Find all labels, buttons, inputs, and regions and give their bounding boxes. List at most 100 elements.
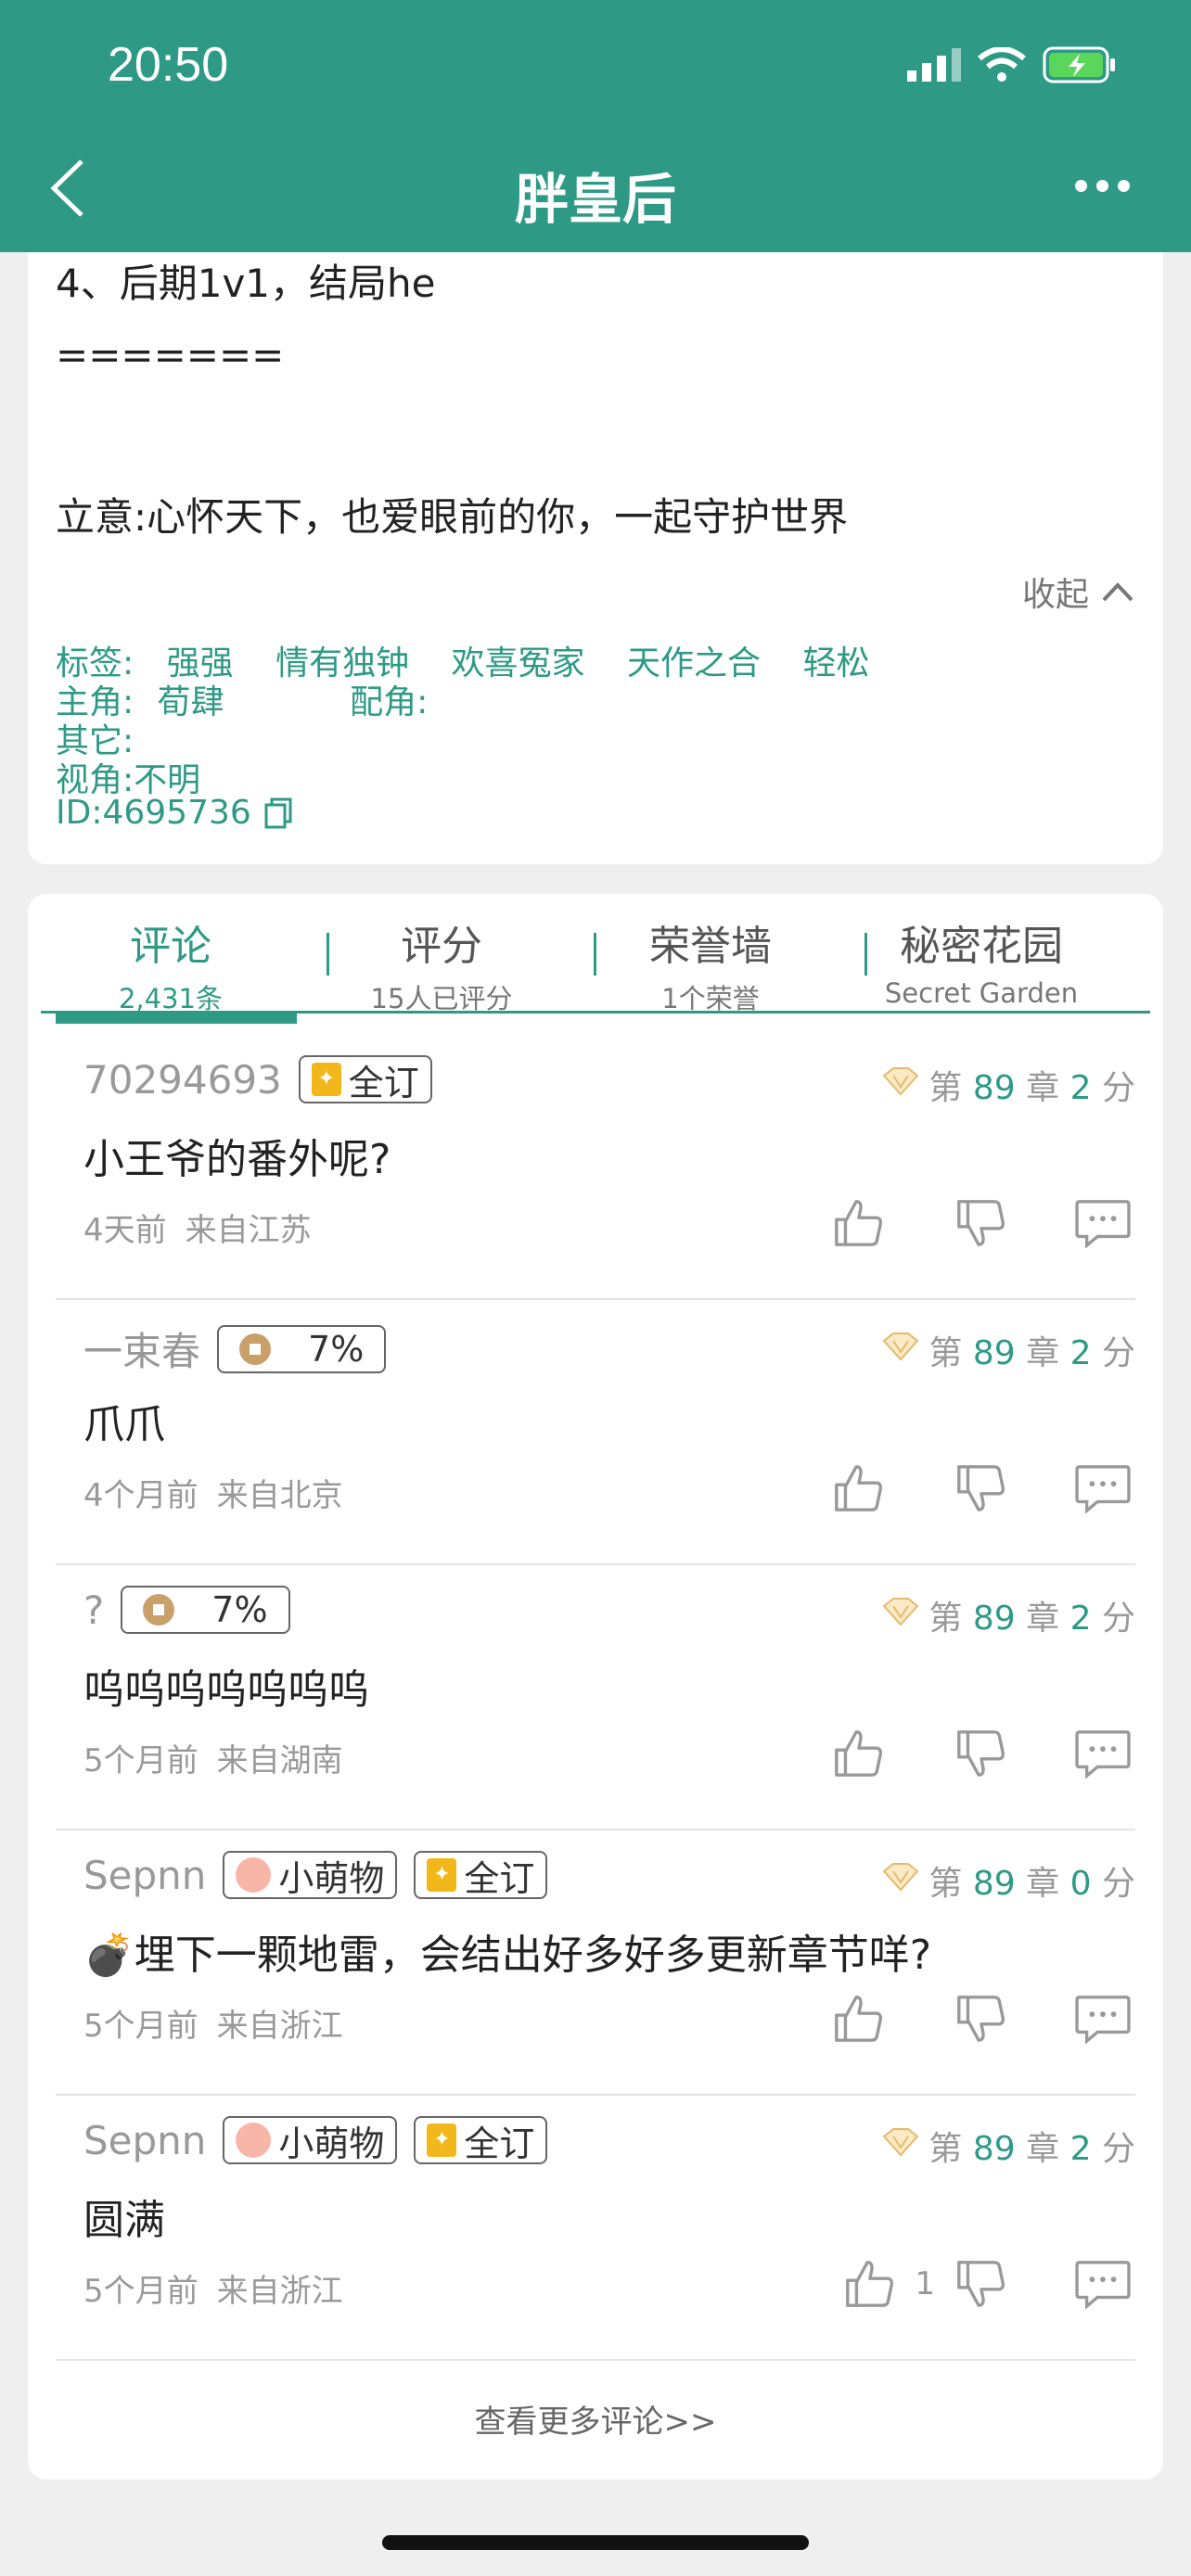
username[interactable]: ? <box>83 1588 104 1633</box>
score-suffix: 分 <box>1101 2130 1135 2168</box>
comment-user: Sepnn 小萌物 ✦ 全订 <box>83 2116 548 2164</box>
tab-ratings[interactable]: 评分 15人已评分 <box>312 912 571 1016</box>
chapter-prefix: 第 <box>928 1069 963 1107</box>
tag[interactable]: 天作之合 <box>627 644 761 682</box>
score-suffix: 分 <box>1101 1334 1135 1372</box>
comment-text: 呜呜呜呜呜呜呜 <box>83 1666 369 1714</box>
reply-icon[interactable] <box>1070 1721 1135 1786</box>
tag[interactable]: 欢喜冤家 <box>452 644 585 682</box>
comment-actions <box>826 1191 1135 1256</box>
comment-item: Sepnn 小萌物 ✦ 全订 第 89 章 0 分 💣埋下一颗地雷，会结出好多好多更新章节… <box>56 1829 1135 2096</box>
comment-item: Sepnn 小萌物 ✦ 全订 第 89 章 2 分圆满 5个月前 来自浙江 1 <box>56 2094 1135 2361</box>
diamond-icon <box>882 1597 919 1635</box>
tab-secret-garden[interactable]: 秘密花园 Secret Garden <box>852 912 1111 1009</box>
score-value: 2 <box>1069 1334 1092 1372</box>
subscription-icon: ✦ <box>427 2123 457 2157</box>
chapter-number: 89 <box>972 1069 1016 1107</box>
user-badge: 7% <box>121 1586 290 1634</box>
chapter-score: 第 89 章 0 分 <box>882 1856 1135 1905</box>
tab-sub: 1个荣誉 <box>661 983 760 1014</box>
comment-time: 4天前 <box>83 1212 167 1249</box>
comment-user: ? 7% <box>83 1586 290 1634</box>
diamond-icon <box>882 1066 919 1104</box>
home-indicator <box>382 2535 809 2550</box>
desc-line: ======= <box>56 332 285 377</box>
dislike-icon[interactable] <box>948 1456 1013 1521</box>
score-value: 0 <box>1069 1865 1092 1903</box>
dislike-icon[interactable] <box>948 2251 1013 2316</box>
tag[interactable]: 轻松 <box>802 644 869 682</box>
chapter-number: 89 <box>972 1865 1016 1903</box>
chapter-prefix: 第 <box>928 1865 963 1903</box>
more-comments-link[interactable]: 查看更多评论>> <box>28 2396 1163 2442</box>
chapter-score: 第 89 章 2 分 <box>882 1591 1135 1639</box>
username[interactable]: Sepnn <box>83 2118 206 2163</box>
novel-info-card: 4、后期1v1，结局he ======= 立意:心怀天下，也爱眼前的你，一起守护… <box>28 252 1163 864</box>
comment-time: 4个月前 <box>83 1477 198 1514</box>
comment-text: 小王爷的番外呢? <box>83 1136 391 1183</box>
tab-honor-wall[interactable]: 荣誉墙 1个荣誉 <box>581 912 840 1016</box>
dislike-icon[interactable] <box>948 1721 1013 1786</box>
copy-icon[interactable] <box>264 797 292 829</box>
score-value: 2 <box>1069 2130 1092 2168</box>
diamond-icon <box>882 1332 919 1370</box>
chapter-prefix: 第 <box>928 1334 963 1372</box>
chapter-mid: 章 <box>1026 1069 1060 1107</box>
comment-location: 来自湖南 <box>216 1742 343 1779</box>
user-badge: 小萌物 <box>223 2116 398 2164</box>
reply-icon[interactable] <box>1070 1456 1135 1521</box>
comment-text: 💣埋下一颗地雷，会结出好多好多更新章节咩? <box>83 1932 932 1979</box>
tab-label: 评论 <box>130 923 211 970</box>
chapter-mid: 章 <box>1026 1865 1060 1903</box>
diamond-icon <box>882 2127 919 2165</box>
page-title: 胖皇后 <box>514 168 676 231</box>
subscription-icon: ✦ <box>427 1858 457 1892</box>
comment-text: 爪爪 <box>83 1401 165 1448</box>
comment-meta: 5个月前 来自湖南 <box>83 1735 343 1780</box>
comment-location: 来自北京 <box>216 1477 343 1514</box>
score-value: 2 <box>1069 1069 1092 1107</box>
reply-icon[interactable] <box>1070 1191 1135 1256</box>
comment-meta: 4个月前 来自北京 <box>83 1470 343 1515</box>
like-icon[interactable] <box>837 2251 902 2316</box>
like-icon[interactable] <box>826 1456 890 1521</box>
comment-time: 5个月前 <box>83 1742 198 1779</box>
comment-item: 一束春 7% 第 89 章 2 分爪爪 4个月前 来自北京 <box>56 1298 1135 1565</box>
comment-location: 来自浙江 <box>216 2008 343 2045</box>
tab-label: 荣誉墙 <box>649 923 772 970</box>
like-icon[interactable] <box>826 1191 890 1256</box>
subscription-icon: ✦ <box>311 1063 341 1096</box>
chapter-number: 89 <box>972 1334 1016 1372</box>
comment-user: 70294693 ✦ 全订 <box>83 1055 432 1103</box>
user-badge: 小萌物 <box>223 1851 398 1899</box>
user-badge: ✦ 全订 <box>298 1055 432 1103</box>
chapter-score: 第 89 章 2 分 <box>882 2122 1135 2170</box>
chapter-mid: 章 <box>1026 1334 1060 1372</box>
dislike-icon[interactable] <box>948 1191 1013 1256</box>
like-icon[interactable] <box>826 1721 890 1786</box>
username[interactable]: Sepnn <box>83 1853 206 1898</box>
comment-user: 一束春 7% <box>83 1320 387 1377</box>
like-icon[interactable] <box>826 1986 890 2051</box>
reply-icon[interactable] <box>1070 1986 1135 2051</box>
username[interactable]: 一束春 <box>83 1320 200 1377</box>
collapse-button[interactable]: 收起 <box>1022 567 1133 616</box>
comment-meta: 5个月前 来自浙江 <box>83 2265 343 2311</box>
user-badge: ✦ 全订 <box>414 2116 548 2164</box>
chapter-score: 第 89 章 2 分 <box>882 1326 1135 1374</box>
badge-text: 7% <box>308 1328 365 1370</box>
paw-icon <box>236 2123 272 2158</box>
tab-comments[interactable]: 评论 2,431条 <box>41 912 301 1016</box>
desc-line: 立意:心怀天下，也爱眼前的你，一起守护世界 <box>56 494 849 540</box>
tab-label: 秘密花园 <box>900 923 1063 970</box>
more-options-icon[interactable] <box>1075 180 1130 192</box>
score-value: 2 <box>1069 1600 1092 1638</box>
chapter-prefix: 第 <box>928 1600 963 1638</box>
username[interactable]: 70294693 <box>83 1057 282 1103</box>
tab-bar: 评论 2,431条 评分 15人已评分 荣誉墙 1个荣誉 秘密花园 Secret… <box>41 894 1150 1014</box>
id-row: ID:4695736 <box>56 794 292 832</box>
desc-line: 4、后期1v1，结局he <box>56 261 436 306</box>
badge-text: 小萌物 <box>278 2123 385 2164</box>
reply-icon[interactable] <box>1070 2251 1135 2316</box>
dislike-icon[interactable] <box>948 1986 1013 2051</box>
